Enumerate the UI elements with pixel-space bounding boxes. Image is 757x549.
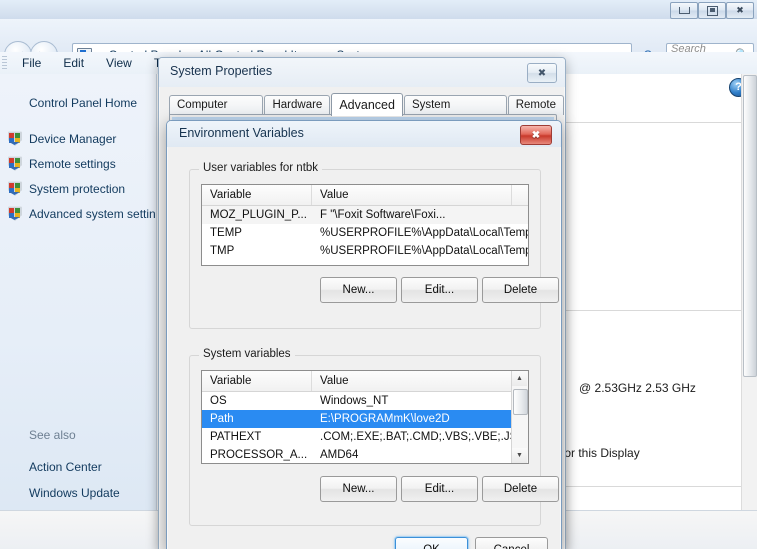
sidebar-item-advanced-system-settings[interactable]: Advanced system settin: [8, 206, 156, 221]
scrollbar-thumb[interactable]: [743, 75, 757, 377]
cell-variable: MOZ_PLUGIN_P...: [210, 209, 307, 221]
env-dialog-body: User variables for ntbk Variable Value M…: [173, 147, 559, 549]
system-edit-button[interactable]: Edit...: [401, 476, 478, 502]
env-dialog-title: Environment Variables: [179, 126, 304, 140]
cell-variable: TMP: [210, 245, 235, 257]
column-header-value[interactable]: Value: [312, 371, 514, 391]
user-edit-button[interactable]: Edit...: [401, 277, 478, 303]
system-properties-title: System Properties: [170, 64, 273, 78]
close-icon: ✖: [537, 67, 547, 79]
column-header-value[interactable]: Value: [312, 185, 512, 205]
system-properties-titlebar: System Properties ✖: [159, 58, 565, 87]
table-row[interactable]: MOZ_PLUGIN_P... F "\Foxit Software\Foxi.…: [202, 206, 528, 224]
table-row[interactable]: PROCESSOR_A... AMD64: [202, 446, 528, 463]
user-delete-button[interactable]: Delete: [482, 277, 559, 303]
window-titlebar: ✖: [0, 0, 757, 19]
cell-value: F "\Foxit Software\Foxi...: [320, 209, 446, 221]
ok-button[interactable]: OK: [395, 537, 468, 549]
cancel-button[interactable]: Cancel: [475, 537, 548, 549]
user-variables-legend: User variables for ntbk: [199, 162, 323, 174]
menu-item-edit[interactable]: Edit: [52, 56, 95, 70]
tab-system-protection[interactable]: System Protection: [403, 95, 507, 130]
sidebar-item-remote-settings[interactable]: Remote settings: [8, 156, 116, 171]
restore-icon: [706, 5, 718, 16]
system-variables-header: Variable Value: [202, 371, 528, 392]
table-row[interactable]: TMP %USERPROFILE%\AppData\Local\Temp: [202, 242, 528, 260]
table-row[interactable]: TEMP %USERPROFILE%\AppData\Local\Temp: [202, 224, 528, 242]
sidebar-item-label: Advanced system settin: [29, 206, 156, 221]
scroll-down-icon[interactable]: ▼: [512, 448, 527, 463]
close-icon: ✖: [736, 5, 744, 15]
cell-value: Windows_NT: [320, 395, 389, 407]
processor-speed-text: @ 2.53GHz 2.53 GHz: [579, 381, 696, 395]
tab-advanced[interactable]: Advanced: [331, 93, 403, 116]
cell-variable: PROCESSOR_A...: [210, 449, 308, 461]
cell-variable: PATHEXT: [210, 431, 262, 443]
system-properties-tabs: Computer Name Hardware Advanced System P…: [169, 93, 565, 130]
system-properties-close-button[interactable]: ✖: [527, 63, 557, 83]
close-icon: ✖: [531, 129, 541, 141]
system-new-button[interactable]: New...: [320, 476, 397, 502]
sidebar-item-device-manager[interactable]: Device Manager: [8, 131, 116, 146]
menu-item-view[interactable]: View: [95, 56, 143, 70]
menu-grip: [2, 56, 7, 70]
sidebar-item-label: Device Manager: [29, 131, 117, 146]
minimize-icon: [678, 7, 690, 14]
explorer-scrollbar[interactable]: [741, 74, 757, 510]
tab-remote[interactable]: Remote: [507, 95, 564, 115]
cell-value: .COM;.EXE;.BAT;.CMD;.VBS;.VBE;.JS;....: [320, 431, 512, 443]
scroll-up-icon[interactable]: ▲: [512, 371, 527, 386]
table-row-selected[interactable]: Path E:\PROGRAMmK\love2D: [202, 410, 528, 428]
env-titlebar: Environment Variables ✖: [167, 121, 561, 147]
restore-button[interactable]: [698, 2, 726, 19]
shield-icon: [8, 206, 22, 221]
system-variables-list[interactable]: Variable Value OS Windows_NT Path E:\PRO…: [201, 370, 529, 464]
cell-value: %USERPROFILE%\AppData\Local\Temp: [320, 227, 528, 239]
column-header-variable[interactable]: Variable: [202, 185, 312, 205]
see-also-windows-update[interactable]: Windows Update: [29, 486, 120, 500]
sidebar-item-label: Remote settings: [29, 156, 116, 171]
cell-value: %USERPROFILE%\AppData\Local\Temp: [320, 245, 528, 257]
environment-variables-dialog: Environment Variables ✖ User variables f…: [166, 120, 562, 549]
system-variables-group: System variables Variable Value OS Windo…: [189, 348, 559, 526]
tab-hardware[interactable]: Hardware: [264, 95, 331, 115]
system-variables-scrollbar[interactable]: ▲ ▼: [511, 371, 528, 463]
shield-icon: [8, 131, 22, 146]
tab-computer-name[interactable]: Computer Name: [169, 95, 264, 130]
close-button[interactable]: ✖: [726, 2, 754, 19]
see-also-heading: See also: [29, 428, 76, 442]
screen: ✖ ◀ ▶ ▼ ▸ Control Panel ▸ All Control Pa…: [0, 0, 757, 549]
cell-variable: Path: [210, 413, 234, 425]
system-variables-legend: System variables: [199, 348, 295, 360]
system-delete-button[interactable]: Delete: [482, 476, 559, 502]
display-text: for this Display: [561, 446, 640, 460]
menu-item-file[interactable]: File: [11, 56, 52, 70]
user-variables-header: Variable Value: [202, 185, 528, 206]
cell-variable: OS: [210, 395, 227, 407]
see-also-action-center[interactable]: Action Center: [29, 460, 102, 474]
sidebar-item-control-panel-home[interactable]: Control Panel Home: [29, 96, 137, 110]
sidebar-item-label: System protection: [29, 181, 126, 196]
shield-icon: [8, 181, 22, 196]
env-close-button[interactable]: ✖: [520, 125, 552, 145]
cell-value: E:\PROGRAMmK\love2D: [320, 413, 450, 425]
user-variables-list[interactable]: Variable Value MOZ_PLUGIN_P... F "\Foxit…: [201, 184, 529, 266]
scrollbar-thumb[interactable]: [513, 389, 528, 415]
user-new-button[interactable]: New...: [320, 277, 397, 303]
cell-variable: TEMP: [210, 227, 242, 239]
cell-value: AMD64: [320, 449, 359, 461]
sidebar-item-system-protection[interactable]: System protection: [8, 181, 125, 196]
navigation-bar: ◀ ▶ ▼ ▸ Control Panel ▸ All Control Pane…: [0, 19, 757, 69]
minimize-button[interactable]: [670, 2, 698, 19]
table-row[interactable]: PATHEXT .COM;.EXE;.BAT;.CMD;.VBS;.VBE;.J…: [202, 428, 528, 446]
column-header-variable[interactable]: Variable: [202, 371, 312, 391]
user-variables-group: User variables for ntbk Variable Value M…: [189, 162, 559, 329]
table-row[interactable]: OS Windows_NT: [202, 392, 528, 410]
sidebar: Control Panel Home Device Manager Remote…: [0, 74, 157, 544]
shield-icon: [8, 156, 22, 171]
